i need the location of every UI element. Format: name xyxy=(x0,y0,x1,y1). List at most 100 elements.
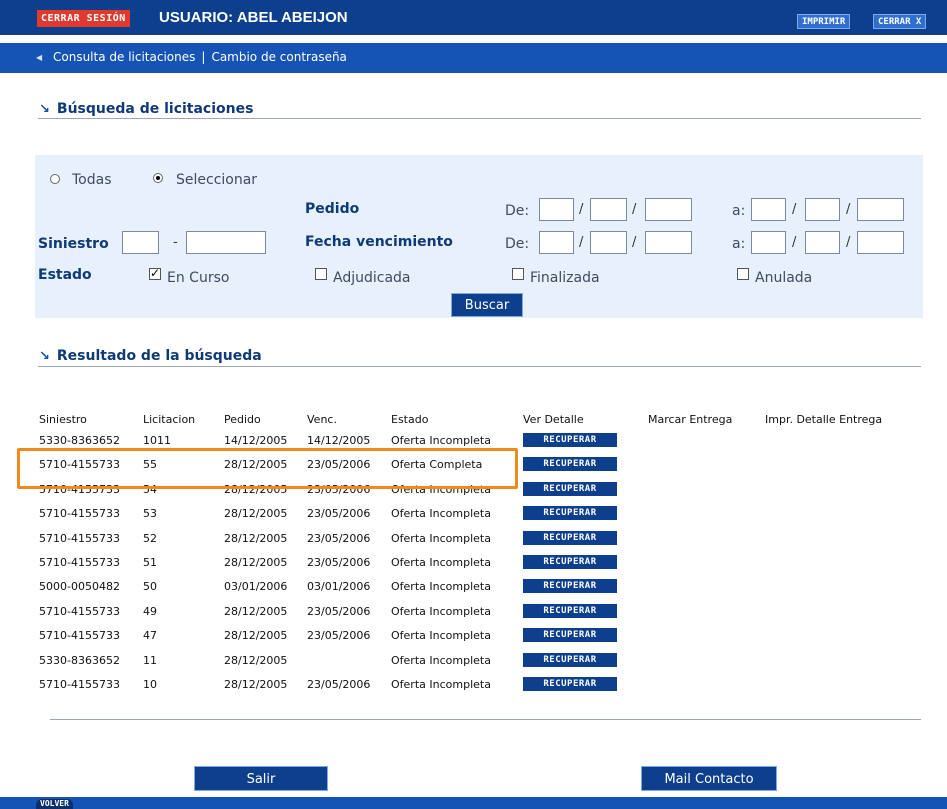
recuperar-button[interactable]: RECUPERAR xyxy=(523,604,617,618)
cell-licitacion: 47 xyxy=(143,629,157,642)
nav-link-cambio-contrasena[interactable]: Cambio de contraseña xyxy=(211,50,346,64)
col-header-siniestro: Siniestro xyxy=(39,413,87,426)
estado-adjudicada-label: Adjudicada xyxy=(333,270,411,286)
cell-estado: Oferta Incompleta xyxy=(391,532,491,545)
section-arrow-icon: ↘ xyxy=(39,102,50,117)
cell-pedido: 28/12/2005 xyxy=(224,532,288,545)
cell-licitacion: 49 xyxy=(143,605,157,618)
cell-estado: Oferta Incompleta xyxy=(391,678,491,691)
cell-pedido: 03/01/2006 xyxy=(224,580,288,593)
cell-venc: 03/01/2006 xyxy=(307,580,371,593)
pedido-de-year-input[interactable] xyxy=(645,198,692,221)
section-arrow-icon: ↘ xyxy=(39,349,50,364)
recuperar-button[interactable]: RECUPERAR xyxy=(523,482,617,496)
col-header-estado: Estado xyxy=(391,413,429,426)
user-name-label: USUARIO: ABEL ABEIJON xyxy=(159,9,348,26)
cell-siniestro: 5710-4155733 xyxy=(39,483,120,496)
results-title-text: Resultado de la búsqueda xyxy=(56,348,262,364)
cell-licitacion: 52 xyxy=(143,532,157,545)
pedido-a-month-input[interactable] xyxy=(805,198,840,221)
estado-label: Estado xyxy=(38,267,92,283)
results-title-rule xyxy=(38,366,921,367)
cell-pedido: 28/12/2005 xyxy=(224,483,288,496)
cell-pedido: 28/12/2005 xyxy=(224,629,288,642)
recuperar-button[interactable]: RECUPERAR xyxy=(523,653,617,667)
estado-en-curso-label: En Curso xyxy=(167,270,230,286)
recuperar-button[interactable]: RECUPERAR xyxy=(523,677,617,691)
pedido-a-year-input[interactable] xyxy=(857,198,904,221)
fecha-a-month-input[interactable] xyxy=(805,231,840,254)
cell-estado: Oferta Incompleta xyxy=(391,605,491,618)
estado-anulada-label: Anulada xyxy=(755,270,813,286)
nav-arrow-icon: ◀ xyxy=(36,53,43,62)
cell-estado: Oferta Incompleta xyxy=(391,483,491,496)
radio-todas[interactable] xyxy=(50,174,60,184)
cell-licitacion: 54 xyxy=(143,483,157,496)
cell-estado: Oferta Incompleta xyxy=(391,434,491,447)
nav-link-consulta[interactable]: Consulta de licitaciones xyxy=(53,50,195,64)
fecha-de-year-input[interactable] xyxy=(645,231,692,254)
cell-licitacion: 51 xyxy=(143,556,157,569)
recuperar-button[interactable]: RECUPERAR xyxy=(523,579,617,593)
estado-finalizada-checkbox[interactable] xyxy=(512,268,524,280)
estado-anulada-checkbox[interactable] xyxy=(737,268,749,280)
cell-venc: 14/12/2005 xyxy=(307,434,371,447)
cell-venc: 23/05/2006 xyxy=(307,532,371,545)
fecha-a-year-input[interactable] xyxy=(857,231,904,254)
volver-button[interactable]: VOLVER xyxy=(36,799,73,809)
col-header-licitacion: Licitacion xyxy=(143,413,196,426)
cell-estado: Oferta Incompleta xyxy=(391,654,491,667)
fecha-de-month-input[interactable] xyxy=(590,231,627,254)
cell-venc: 23/05/2006 xyxy=(307,629,371,642)
recuperar-button[interactable]: RECUPERAR xyxy=(523,506,617,520)
close-button[interactable]: CERRAR X xyxy=(873,14,927,29)
cell-venc: 23/05/2006 xyxy=(307,678,371,691)
recuperar-button[interactable]: RECUPERAR xyxy=(523,555,617,569)
siniestro-prefix-input[interactable] xyxy=(122,231,159,254)
cell-estado: Oferta Completa xyxy=(391,458,483,471)
cell-pedido: 28/12/2005 xyxy=(224,678,288,691)
print-button[interactable]: IMPRIMIR xyxy=(797,14,851,29)
buscar-button[interactable]: Buscar xyxy=(451,293,523,317)
cell-pedido: 28/12/2005 xyxy=(224,458,288,471)
bottom-rule xyxy=(50,719,921,720)
recuperar-button[interactable]: RECUPERAR xyxy=(523,531,617,545)
siniestro-number-input[interactable] xyxy=(186,231,266,254)
cell-venc: 23/05/2006 xyxy=(307,507,371,520)
radio-todas-label: Todas xyxy=(72,172,112,188)
cell-siniestro: 5710-4155733 xyxy=(39,678,120,691)
estado-finalizada-label: Finalizada xyxy=(530,270,600,286)
pedido-a-label: a: xyxy=(732,203,746,219)
salir-button[interactable]: Salir xyxy=(194,766,328,791)
cell-venc: 23/05/2006 xyxy=(307,605,371,618)
cell-siniestro: 5710-4155733 xyxy=(39,458,120,471)
estado-en-curso-checkbox[interactable] xyxy=(149,266,161,280)
cell-estado: Oferta Incompleta xyxy=(391,556,491,569)
fecha-de-day-input[interactable] xyxy=(539,231,574,254)
cell-siniestro: 5710-4155733 xyxy=(39,532,120,545)
pedido-de-month-input[interactable] xyxy=(590,198,627,221)
pedido-a-day-input[interactable] xyxy=(751,198,786,221)
mail-contacto-button[interactable]: Mail Contacto xyxy=(641,766,777,791)
cell-licitacion: 55 xyxy=(143,458,157,471)
date-separator: / xyxy=(632,202,637,217)
recuperar-button[interactable]: RECUPERAR xyxy=(523,433,617,447)
recuperar-button[interactable]: RECUPERAR xyxy=(523,457,617,471)
radio-seleccionar[interactable] xyxy=(153,173,163,183)
date-separator: / xyxy=(792,235,797,250)
pedido-de-day-input[interactable] xyxy=(539,198,574,221)
cell-pedido: 28/12/2005 xyxy=(224,556,288,569)
siniestro-label: Siniestro xyxy=(38,236,109,252)
cell-licitacion: 11 xyxy=(143,654,157,667)
logout-button[interactable]: CERRAR SESIÓN xyxy=(37,10,130,27)
cell-siniestro: 5710-4155733 xyxy=(39,556,120,569)
cell-venc: 23/05/2006 xyxy=(307,483,371,496)
estado-adjudicada-checkbox[interactable] xyxy=(315,268,327,280)
cell-licitacion: 10 xyxy=(143,678,157,691)
recuperar-button[interactable]: RECUPERAR xyxy=(523,628,617,642)
fecha-a-day-input[interactable] xyxy=(751,231,786,254)
date-separator: / xyxy=(579,235,584,250)
cell-licitacion: 50 xyxy=(143,580,157,593)
cell-licitacion: 53 xyxy=(143,507,157,520)
cell-siniestro: 5710-4155733 xyxy=(39,629,120,642)
